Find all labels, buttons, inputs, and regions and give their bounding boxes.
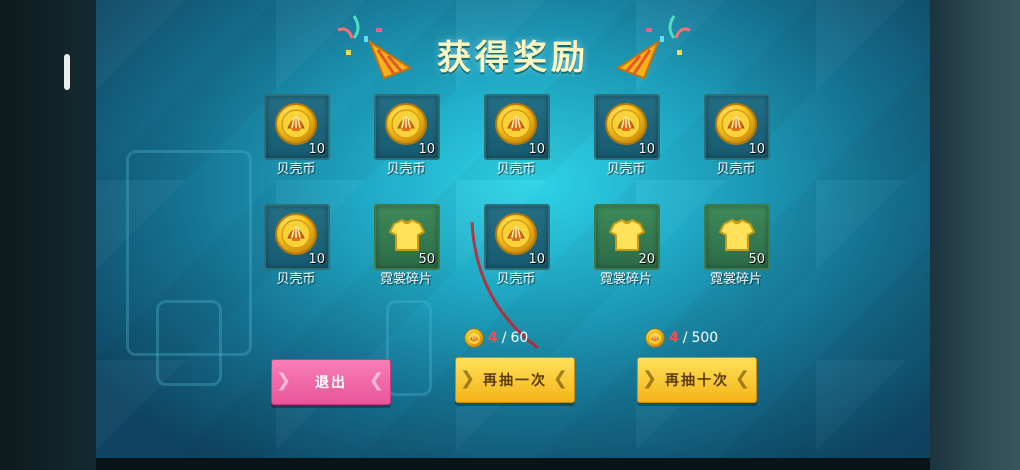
reward-label: 贝壳币	[496, 162, 536, 177]
shell-coin-icon	[274, 102, 318, 146]
costume-shard-icon	[386, 214, 428, 256]
reward-count: 10	[638, 142, 655, 157]
drawer-handle[interactable]	[64, 54, 70, 90]
reward-label: 贝壳币	[606, 162, 646, 177]
draw-ten-button[interactable]: ❯ 再抽十次 ❮	[637, 357, 757, 403]
reward-label: 霓裳碎片	[709, 272, 762, 287]
reward-slot[interactable]: 20	[594, 204, 660, 270]
reward-slot[interactable]: 10	[374, 94, 440, 160]
cost-amount: 500	[691, 330, 719, 346]
reward-slot[interactable]: 10	[264, 204, 330, 270]
reward-slot[interactable]: 10	[594, 94, 660, 160]
shell-coin-icon	[714, 102, 758, 146]
shell-coin-icon	[494, 102, 538, 146]
page-title: 获得奖励	[437, 38, 589, 78]
costume-shard-icon	[606, 214, 648, 256]
shell-coin-icon	[464, 328, 484, 348]
owned-coins: 4	[488, 330, 498, 346]
owned-coins: 4	[669, 330, 679, 346]
costume-shard-icon	[716, 214, 758, 256]
reward-count: 10	[418, 142, 435, 157]
reward-count: 10	[748, 142, 765, 157]
cost-separator: /	[501, 330, 507, 346]
reward-count: 50	[418, 252, 435, 267]
shell-coin-icon	[494, 212, 538, 256]
reward-label: 霓裳碎片	[379, 272, 432, 287]
reward-count: 10	[528, 142, 545, 157]
right-frame	[930, 0, 1020, 470]
chevron-right-icon: ❯	[460, 368, 478, 389]
background-circuit-decoration	[386, 300, 432, 396]
chevron-left-icon: ❮	[552, 368, 570, 389]
reward-panel: 获得奖励 4 / 60 4 / 500 ❯ 退出 ❮ ❯ 再抽一次 ❮ ❯ 再抽…	[96, 0, 930, 458]
reward-label: 贝壳币	[716, 162, 756, 177]
shell-coin-icon	[274, 212, 318, 256]
reward-count: 20	[638, 252, 655, 267]
reward-slot[interactable]: 10	[264, 94, 330, 160]
chevron-left-icon: ❮	[368, 370, 386, 391]
left-frame	[0, 0, 96, 470]
reward-count: 10	[308, 252, 325, 267]
ten-draw-cost: 4 / 500	[645, 327, 718, 349]
reward-label: 贝壳币	[386, 162, 426, 177]
reward-label: 霓裳碎片	[599, 272, 652, 287]
shell-coin-icon	[604, 102, 648, 146]
cost-separator: /	[682, 330, 688, 346]
reward-count: 50	[748, 252, 765, 267]
reward-label: 贝壳币	[276, 272, 316, 287]
background-circuit-decoration	[156, 300, 222, 386]
reward-label: 贝壳币	[496, 272, 536, 287]
chevron-right-icon: ❯	[276, 370, 294, 391]
chevron-right-icon: ❯	[642, 368, 660, 389]
draw-ten-label: 再抽十次	[665, 373, 729, 389]
shell-coin-icon	[384, 102, 428, 146]
reward-count: 10	[308, 142, 325, 157]
reward-slot[interactable]: 50	[704, 204, 770, 270]
bottom-bar	[96, 458, 930, 470]
exit-button[interactable]: ❯ 退出 ❮	[271, 359, 391, 405]
reward-slot[interactable]: 50	[374, 204, 440, 270]
exit-button-label: 退出	[315, 375, 347, 391]
chevron-left-icon: ❮	[734, 368, 752, 389]
reward-label: 贝壳币	[276, 162, 316, 177]
reward-slot[interactable]: 10	[484, 204, 550, 270]
cost-amount: 60	[510, 330, 529, 346]
reward-count: 10	[528, 252, 545, 267]
reward-slot[interactable]: 10	[704, 94, 770, 160]
draw-once-label: 再抽一次	[483, 373, 547, 389]
draw-once-button[interactable]: ❯ 再抽一次 ❮	[455, 357, 575, 403]
single-draw-cost: 4 / 60	[464, 327, 528, 349]
shell-coin-icon	[645, 328, 665, 348]
reward-slot[interactable]: 10	[484, 94, 550, 160]
